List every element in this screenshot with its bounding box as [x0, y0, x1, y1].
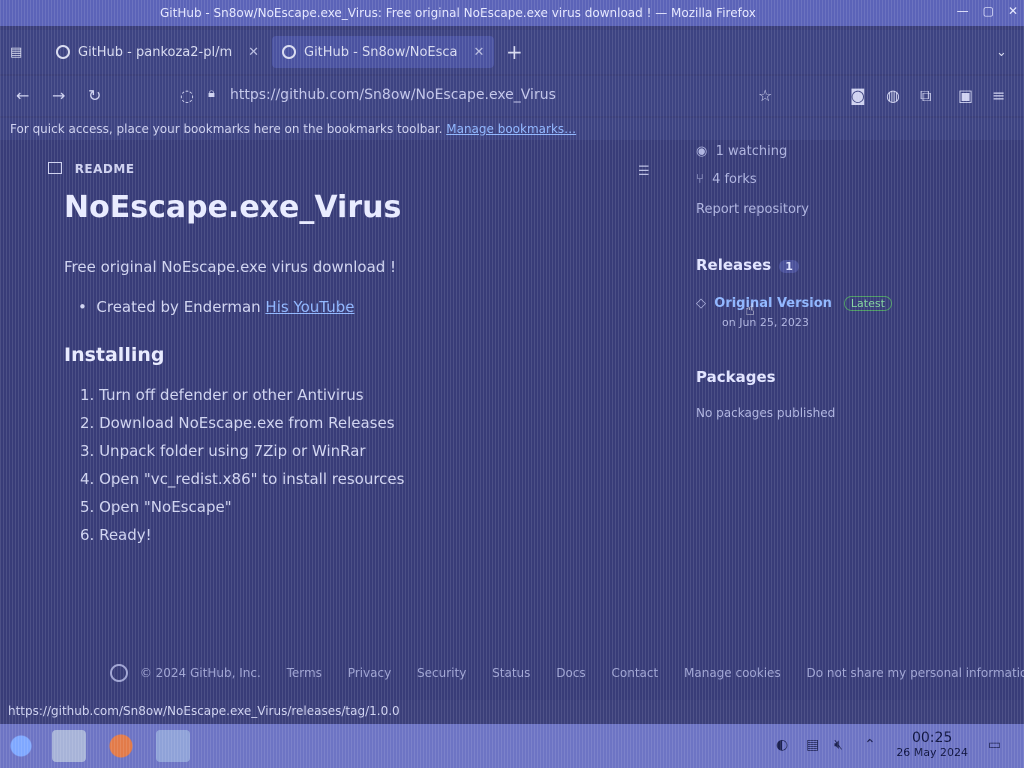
tab-list-icon[interactable]: ▤ [10, 36, 22, 68]
addon-icon[interactable]: ▣ [958, 86, 973, 105]
firefox-icon[interactable] [104, 730, 138, 762]
tag-icon: ◇ [696, 296, 706, 311]
list-item: 6. Ready! [80, 526, 152, 544]
tab-noescape[interactable]: GitHub - Sn8ow/NoEsca ✕ [272, 36, 495, 68]
tab-pankoza[interactable]: GitHub - pankoza2-pl/m ✕ [56, 36, 259, 68]
show-desktop-icon[interactable]: ▭ [988, 737, 1001, 753]
bookmarks-toolbar: For quick access, place your bookmarks h… [0, 118, 1024, 140]
system-clock[interactable]: 00:25 26 May 2024 [896, 730, 968, 759]
menu-icon[interactable]: ≡ [992, 86, 1005, 105]
back-icon[interactable]: ← [16, 86, 29, 105]
readme-label: README [74, 162, 135, 176]
fork-icon: ⑂ [696, 172, 704, 187]
release-date: on Jun 25, 2023 [722, 316, 809, 329]
youtube-link[interactable]: His YouTube [265, 298, 354, 316]
clock-date: 26 May 2024 [896, 746, 968, 759]
footer-link-cookies[interactable]: Manage cookies [684, 666, 781, 680]
releases-count: 1 [779, 260, 799, 273]
github-icon [56, 45, 70, 59]
installing-heading: Installing [64, 344, 165, 366]
manage-bookmarks-link[interactable]: Manage bookmarks… [446, 122, 576, 136]
footer-link-contact[interactable]: Contact [612, 666, 659, 680]
github-logo-icon[interactable] [110, 664, 128, 682]
install-steps: 1. Turn off defender or other Antivirus … [80, 386, 404, 554]
tab-label: GitHub - pankoza2-pl/m [78, 44, 233, 60]
book-icon [48, 162, 62, 174]
account-icon[interactable]: ◍ [886, 86, 900, 105]
window-title: GitHub - Sn8ow/NoEscape.exe_Virus: Free … [160, 6, 756, 20]
watching-label: 1 watching [715, 144, 788, 159]
list-item: 3. Unpack folder using 7Zip or WinRar [80, 442, 366, 460]
page-content: README ☰ NoEscape.exe_Virus Free origina… [0, 140, 1024, 700]
new-tab-icon[interactable]: + [506, 36, 523, 68]
footer-link-status[interactable]: Status [492, 666, 530, 680]
github-icon [282, 45, 296, 59]
taskbar: ◐ ▤ 🔇︎ ⌃ 00:25 26 May 2024 ▭ [0, 724, 1024, 768]
status-url: https://github.com/Sn8ow/NoEscape.exe_Vi… [0, 702, 408, 726]
watching-stat[interactable]: ◉ 1 watching [696, 144, 787, 159]
network-icon[interactable]: ◐ [776, 737, 788, 753]
lock-icon[interactable]: 🔒︎ [208, 86, 215, 101]
releases-title: Releases [696, 256, 772, 274]
clipboard-icon[interactable]: ▤ [806, 737, 819, 753]
footer-link-privacy[interactable]: Privacy [348, 666, 391, 680]
shield-icon[interactable]: ◌ [180, 86, 194, 105]
eye-icon: ◉ [696, 144, 708, 159]
packages-text: No packages published [696, 406, 836, 420]
outline-icon[interactable]: ☰ [638, 164, 650, 179]
bookmark-star-icon[interactable]: ☆ [758, 86, 772, 105]
footer-link-privacy-choices[interactable]: Do not share my personal information [807, 666, 1024, 680]
list-item: 1. Turn off defender or other Antivirus [80, 386, 364, 404]
report-repository-link[interactable]: Report repository [696, 202, 809, 217]
copyright: © 2024 GitHub, Inc. [139, 666, 261, 680]
file-explorer-icon[interactable] [52, 730, 86, 762]
list-item: 4. Open "vc_redist.x86" to install resou… [80, 470, 405, 488]
close-icon[interactable]: ✕ [1008, 4, 1018, 18]
tab-label: GitHub - Sn8ow/NoEsca [304, 44, 458, 60]
window-titlebar: GitHub - Sn8ow/NoEscape.exe_Virus: Free … [0, 0, 1024, 26]
start-button-icon[interactable] [4, 730, 38, 762]
tab-strip: ▤ GitHub - pankoza2-pl/m ✕ GitHub - Sn8o… [0, 30, 1024, 74]
release-name[interactable]: Original Version [714, 296, 832, 311]
reload-icon[interactable]: ↻ [88, 86, 101, 105]
bookmarks-hint: For quick access, place your bookmarks h… [10, 122, 443, 136]
clock-time: 00:25 [911, 730, 953, 746]
footer-link-security[interactable]: Security [417, 666, 466, 680]
footer-link-docs[interactable]: Docs [556, 666, 585, 680]
page-footer: © 2024 GitHub, Inc. Terms Privacy Securi… [110, 664, 1024, 682]
footer-link-terms[interactable]: Terms [287, 666, 322, 680]
mouse-cursor-icon: ☝ [745, 300, 755, 319]
readme-header: README [48, 162, 135, 176]
credit-bullet: • Created by Enderman His YouTube [78, 298, 355, 316]
tray-expand-icon[interactable]: ⌃ [864, 737, 876, 753]
release-entry[interactable]: ◇ Original Version Latest [696, 296, 892, 311]
list-item: 2. Download NoEscape.exe from Releases [80, 414, 395, 432]
navigation-bar: ← → ↻ ◌ 🔒︎ https://github.com/Sn8ow/NoEs… [0, 76, 1024, 116]
tab-close-icon[interactable]: ✕ [248, 45, 259, 60]
forks-stat[interactable]: ⑂ 4 forks [696, 172, 757, 187]
tab-overflow-icon[interactable]: ⌄ [996, 36, 1007, 68]
releases-heading[interactable]: Releases 1 [696, 256, 799, 274]
packages-heading[interactable]: Packages [696, 368, 776, 386]
credit-text: Created by Enderman [96, 298, 261, 316]
maximize-icon[interactable]: ▢ [983, 4, 994, 18]
pocket-icon[interactable]: ◙ [850, 86, 866, 105]
readme-description: Free original NoEscape.exe virus downloa… [64, 258, 397, 276]
extensions-icon[interactable]: ⧉ [920, 86, 931, 106]
tab-close-icon[interactable]: ✕ [474, 45, 485, 60]
system-monitor-icon[interactable] [156, 730, 190, 762]
latest-badge: Latest [843, 296, 892, 311]
forward-icon[interactable]: → [52, 86, 65, 105]
forks-label: 4 forks [712, 172, 757, 187]
url-field[interactable]: https://github.com/Sn8ow/NoEscape.exe_Vi… [230, 87, 556, 103]
volume-muted-icon[interactable]: 🔇︎ [834, 737, 843, 753]
minimize-icon[interactable]: — [957, 4, 969, 18]
readme-title: NoEscape.exe_Virus [64, 190, 402, 225]
list-item: 5. Open "NoEscape" [80, 498, 232, 516]
